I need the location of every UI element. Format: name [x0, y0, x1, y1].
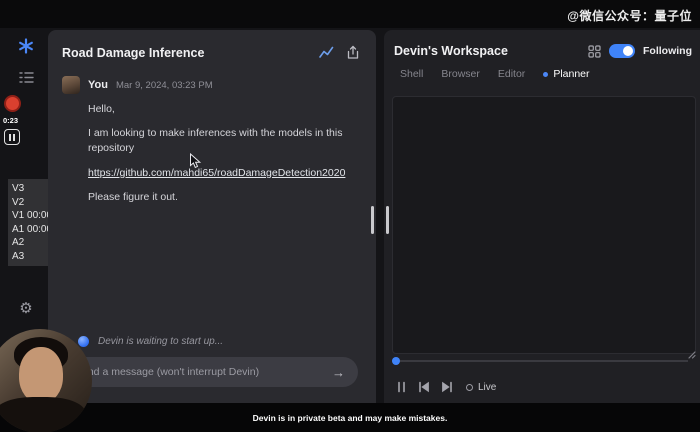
recording-timer: 0:23: [3, 116, 19, 125]
recorder-pause-button[interactable]: [4, 129, 20, 145]
following-label: Following: [643, 45, 692, 57]
pause-button-icon[interactable]: [396, 381, 407, 393]
screen: @微信公众号：量子位 ⚙ 0:23 V3 V2 V1 00:00:23:14 A…: [0, 0, 700, 432]
skip-forward-icon[interactable]: [441, 381, 453, 393]
tab-planner[interactable]: Planner: [543, 68, 590, 80]
webcam-person-face: [19, 347, 63, 403]
share-icon[interactable]: [346, 45, 360, 60]
tab-shell[interactable]: Shell: [400, 68, 423, 80]
snowflake-icon: [19, 38, 33, 54]
mouse-cursor: [190, 153, 202, 169]
devin-status-row: Devin is waiting to start up...: [78, 336, 223, 347]
chat-message: You Mar 9, 2024, 03:23 PM Hello, I am lo…: [48, 66, 376, 205]
chat-header: Road Damage Inference: [48, 30, 376, 66]
message-input-container: →: [60, 357, 358, 387]
grid-layout-icon[interactable]: [588, 44, 601, 58]
webcam-person-body: [0, 397, 86, 432]
message-author: You: [88, 79, 108, 91]
repo-link[interactable]: https://github.com/mahdi65/roadDamageDet…: [88, 167, 345, 179]
pause-bar: [9, 133, 11, 141]
timeline-progress-bar[interactable]: [392, 357, 688, 365]
devin-status-text: Devin is waiting to start up...: [98, 336, 224, 347]
following-toggle[interactable]: [609, 44, 635, 58]
workspace-scrollbar-thumb[interactable]: [386, 206, 389, 234]
chat-scrollbar-thumb[interactable]: [371, 206, 374, 234]
user-avatar: [62, 76, 80, 94]
workspace-header-controls: Following: [588, 44, 692, 58]
live-label: Live: [478, 381, 497, 393]
live-indicator[interactable]: Live: [466, 382, 496, 393]
playback-controls: Live: [396, 381, 496, 393]
devin-logo-icon[interactable]: [18, 38, 34, 54]
footer-disclaimer: Devin is in private beta and may make mi…: [0, 403, 700, 432]
tab-editor[interactable]: Editor: [498, 68, 525, 80]
sessions-list-icon[interactable]: [18, 70, 34, 84]
planner-content-area: [392, 96, 696, 354]
timeline-track: [392, 360, 688, 362]
skip-back-icon[interactable]: [418, 381, 430, 393]
watermark: @微信公众号：量子位: [567, 9, 692, 23]
list-icon: [18, 71, 34, 83]
timeline-playhead[interactable]: [392, 357, 400, 365]
message-greeting: Hello,: [88, 103, 115, 115]
workspace-title: Devin's Workspace: [394, 44, 508, 58]
workspace-tabs: Shell Browser Editor Planner: [384, 62, 700, 88]
activity-chart-icon[interactable]: [319, 46, 334, 59]
active-tab-dot: [543, 71, 549, 77]
send-arrow-icon[interactable]: →: [332, 366, 345, 379]
message-body: Hello, I am looking to make inferences w…: [88, 102, 360, 205]
message-closing: Please figure it out.: [88, 190, 178, 203]
settings-gear-icon[interactable]: ⚙: [17, 299, 35, 317]
devin-status-icon: [78, 336, 89, 347]
live-circle-icon: [466, 383, 473, 391]
message-text: I am looking to make inferences with the…: [88, 127, 343, 155]
pause-bar: [13, 133, 15, 141]
message-timestamp: Mar 9, 2024, 03:23 PM: [115, 79, 213, 91]
workspace-panel: Devin's Workspace Following Shell Browse…: [384, 30, 700, 403]
record-stop-button[interactable]: [4, 95, 21, 112]
chat-header-icons: [319, 45, 360, 60]
toggle-knob: [623, 46, 633, 56]
message-input[interactable]: [73, 365, 332, 379]
message-header: You Mar 9, 2024, 03:23 PM: [62, 76, 360, 94]
chat-panel: Road Damage Inference You Mar 9, 2024, 0…: [48, 30, 376, 403]
resize-handle-icon[interactable]: [686, 349, 696, 359]
tab-label: Planner: [553, 68, 590, 80]
workspace-header: Devin's Workspace Following: [384, 30, 700, 62]
tab-browser[interactable]: Browser: [441, 68, 480, 80]
session-title: Road Damage Inference: [62, 45, 205, 60]
